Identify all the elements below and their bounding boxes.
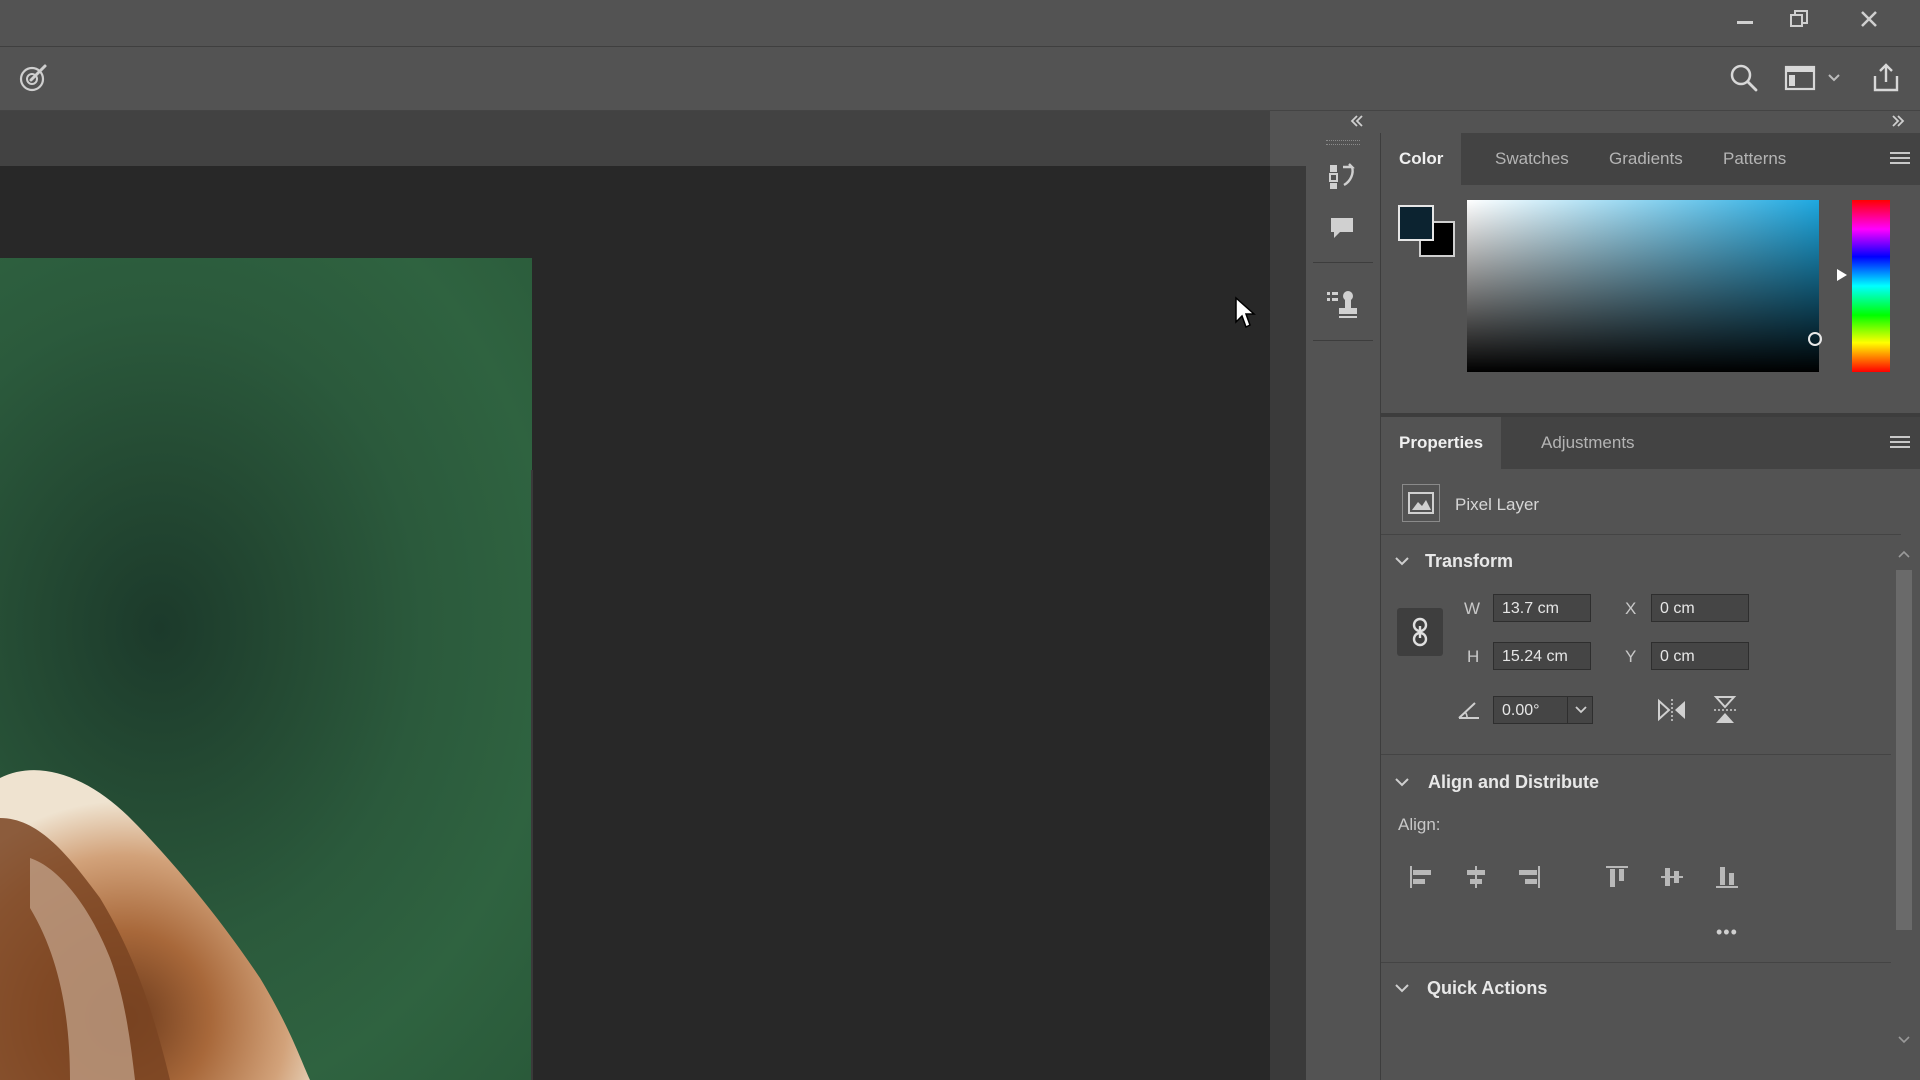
tab-gradients[interactable]: Gradients xyxy=(1591,133,1701,185)
align-distribute-title: Align and Distribute xyxy=(1428,772,1599,792)
properties-panel-tabs: Properties Adjustments xyxy=(1381,417,1920,469)
panel-menu-icon[interactable] xyxy=(1890,149,1910,169)
mouse-cursor-icon xyxy=(1234,296,1258,330)
options-bar xyxy=(0,47,1920,111)
pixel-layer-icon xyxy=(1402,484,1440,522)
transform-title: Transform xyxy=(1425,551,1514,571)
strip-grip[interactable] xyxy=(1326,140,1360,145)
canvas-edge xyxy=(531,470,533,1080)
share-icon[interactable] xyxy=(1868,60,1904,96)
x-position-field[interactable]: 0 cm xyxy=(1651,594,1749,622)
workspace-icon[interactable] xyxy=(1782,60,1818,96)
divider xyxy=(1381,754,1891,755)
color-picker-marker[interactable] xyxy=(1808,332,1822,346)
align-left-edges-icon[interactable] xyxy=(1406,862,1436,892)
title-bar xyxy=(0,0,1920,47)
angle-icon xyxy=(1457,700,1481,720)
image-canvas[interactable] xyxy=(0,258,532,1080)
divider xyxy=(1381,962,1891,963)
width-field[interactable]: 13.7 cm xyxy=(1493,594,1591,622)
expand-right-icon[interactable] xyxy=(1890,113,1906,129)
color-picker-field[interactable] xyxy=(1467,200,1819,372)
height-field[interactable]: 15.24 cm xyxy=(1493,642,1591,670)
quick-actions-collapse-icon[interactable] xyxy=(1394,980,1410,996)
history-icon[interactable] xyxy=(1322,157,1362,197)
width-label: W xyxy=(1464,599,1481,618)
align-top-edges-icon[interactable] xyxy=(1602,862,1632,892)
hue-slider[interactable] xyxy=(1852,200,1890,372)
minimize-icon[interactable] xyxy=(1718,0,1772,38)
tab-swatches[interactable]: Swatches xyxy=(1477,133,1587,185)
y-position-field[interactable]: 0 cm xyxy=(1651,642,1749,670)
more-options-button[interactable]: ••• xyxy=(1716,922,1738,943)
properties-scrollbar[interactable] xyxy=(1894,545,1914,1045)
properties-stamp-icon[interactable] xyxy=(1322,284,1362,324)
collapsed-panel-strip xyxy=(1306,133,1381,1080)
align-collapse-icon[interactable] xyxy=(1394,774,1410,790)
x-label: X xyxy=(1625,599,1637,618)
tab-color[interactable]: Color xyxy=(1381,133,1462,185)
align-bottom-edges-icon[interactable] xyxy=(1712,862,1742,892)
restore-icon[interactable] xyxy=(1772,0,1826,38)
link-dimensions-button[interactable] xyxy=(1397,608,1443,656)
strip-divider xyxy=(1313,262,1373,263)
color-panel-tabs: Color Swatches Gradients Patterns xyxy=(1381,133,1920,185)
height-label: H xyxy=(1467,647,1480,666)
transform-collapse-icon[interactable] xyxy=(1394,553,1410,569)
align-horizontal-centers-icon[interactable] xyxy=(1461,862,1491,892)
quick-actions-title: Quick Actions xyxy=(1427,978,1548,998)
y-label: Y xyxy=(1625,647,1637,666)
hue-slider-handle[interactable] xyxy=(1836,268,1848,282)
angle-dropdown-icon[interactable] xyxy=(1567,697,1594,723)
panel-dock-header xyxy=(1306,111,1920,133)
flip-horizontal-icon[interactable] xyxy=(1656,696,1688,724)
close-icon[interactable] xyxy=(1842,0,1896,38)
canvas-scrollbar[interactable] xyxy=(1270,166,1306,1080)
foreground-color-swatch[interactable] xyxy=(1398,205,1434,241)
collapse-left-icon[interactable] xyxy=(1349,113,1365,129)
tab-adjustments[interactable]: Adjustments xyxy=(1523,417,1653,469)
align-right-edges-icon[interactable] xyxy=(1514,862,1544,892)
brush-target-icon[interactable] xyxy=(15,60,51,96)
chevron-down-icon[interactable] xyxy=(1822,60,1846,96)
panel-menu-icon[interactable] xyxy=(1890,433,1910,453)
align-label: Align: xyxy=(1398,815,1441,834)
document-tab-strip xyxy=(0,111,1270,166)
tab-properties[interactable]: Properties xyxy=(1381,417,1502,469)
search-icon[interactable] xyxy=(1726,60,1762,96)
tab-patterns[interactable]: Patterns xyxy=(1705,133,1804,185)
align-vertical-centers-icon[interactable] xyxy=(1657,862,1687,892)
comments-icon[interactable] xyxy=(1322,208,1362,248)
divider xyxy=(1381,534,1901,535)
layer-type-label: Pixel Layer xyxy=(1455,495,1540,514)
strip-divider xyxy=(1313,340,1373,341)
flip-vertical-icon[interactable] xyxy=(1711,694,1739,726)
